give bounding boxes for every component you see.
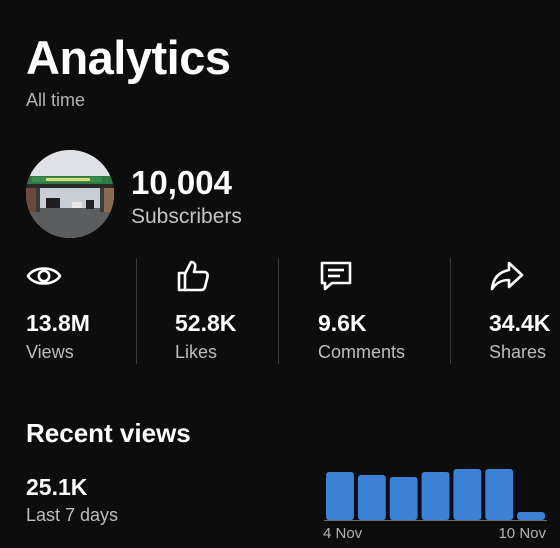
stat-views[interactable]: 13.8M Views (26, 258, 90, 362)
chart-bar-6-nov[interactable] (389, 477, 418, 520)
chart-bar-10-nov[interactable] (517, 512, 545, 520)
stat-shares[interactable]: 34.4K Shares (489, 258, 550, 362)
stat-likes[interactable]: 52.8K Likes (175, 258, 236, 362)
views-label: Views (26, 342, 74, 362)
channel-photo-icon (26, 150, 114, 238)
shares-value: 34.4K (489, 310, 551, 336)
page-title: Analytics (26, 31, 231, 84)
recent-views-value: 25.1K (26, 474, 88, 500)
subscriber-label: Subscribers (131, 205, 242, 228)
recent-views-period: Last 7 days (26, 505, 119, 525)
chart-x-tick-label: 10 Nov (498, 525, 546, 542)
chart-bar-5-nov[interactable] (357, 475, 386, 520)
eye-icon (26, 267, 62, 285)
time-range-label: All time (26, 90, 86, 110)
stat-divider (450, 258, 451, 364)
chart-bar-7-nov[interactable] (421, 472, 450, 520)
comments-label: Comments (318, 342, 406, 362)
views-value: 13.8M (26, 310, 90, 336)
share-icon (490, 261, 524, 291)
stat-divider (278, 258, 279, 364)
chart-bar-8-nov[interactable] (453, 469, 482, 520)
comments-value: 9.6K (318, 310, 367, 336)
shares-label: Shares (489, 342, 547, 362)
stat-comments[interactable]: 9.6K Comments (318, 258, 405, 362)
chart-bar-4-nov[interactable] (326, 472, 354, 520)
stat-divider (136, 258, 137, 364)
thumbs-up-icon (177, 260, 209, 292)
likes-value: 52.8K (175, 310, 237, 336)
chart-bar-9-nov[interactable] (485, 469, 514, 520)
recent-views-heading: Recent views (26, 418, 191, 448)
channel-avatar[interactable] (26, 150, 114, 238)
subscriber-count: 10,004 (131, 164, 232, 201)
chart-x-tick-label: 4 Nov (323, 525, 363, 542)
comment-icon (320, 261, 352, 291)
likes-label: Likes (175, 342, 218, 362)
recent-views-chart[interactable]: 4 Nov 10 Nov (320, 460, 550, 548)
